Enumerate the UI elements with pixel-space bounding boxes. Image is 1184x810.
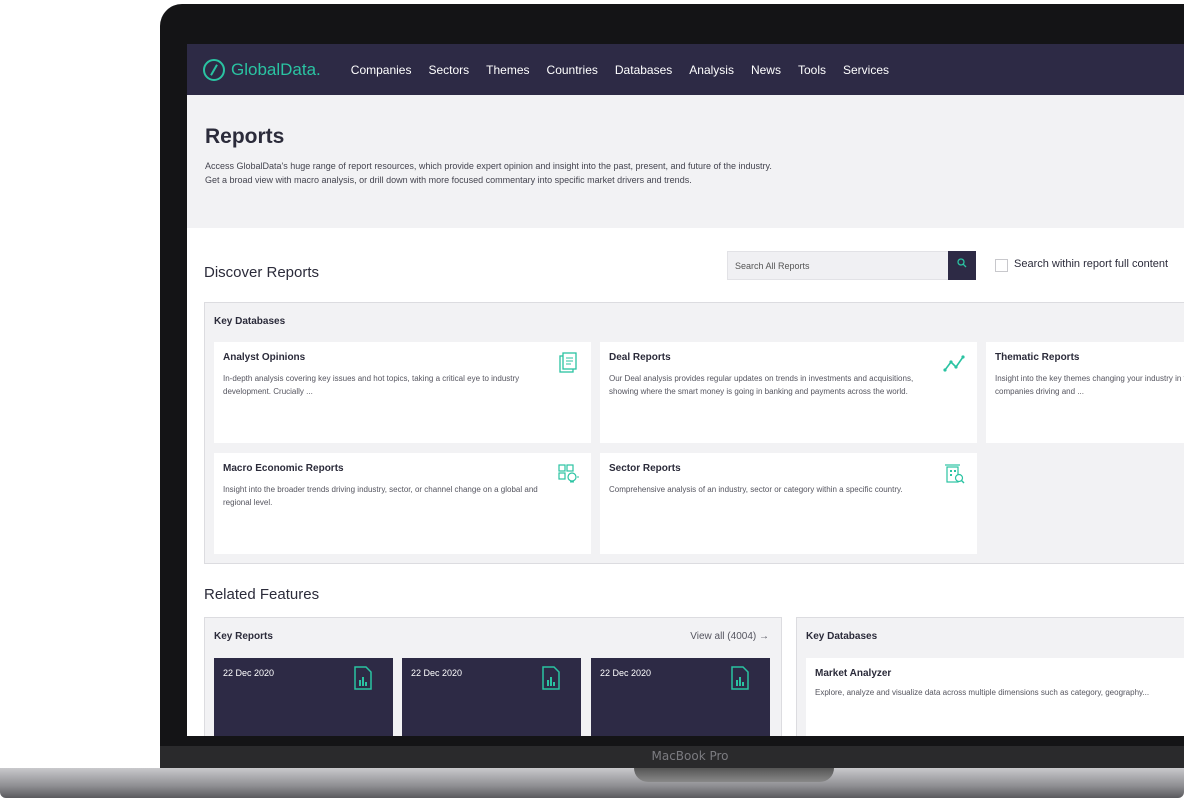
card-description: In-depth analysis covering key issues an… [223, 374, 520, 396]
page-title: Reports [205, 125, 285, 148]
report-date: 22 Dec 2020 [223, 668, 275, 678]
laptop-chin: MacBook Pro [160, 746, 1184, 768]
report-date: 22 Dec 2020 [600, 668, 652, 678]
card-title: Thematic Reports [995, 352, 1080, 363]
key-databases-title: Key Databases [214, 316, 286, 327]
brand-logo-icon [203, 58, 225, 81]
card-description: Insight into the broader trends driving … [223, 485, 538, 507]
card-thematic-reports[interactable]: Thematic Reports Insight into the key th… [986, 342, 1184, 443]
card-sector-reports[interactable]: Sector Reports Comprehensive analysis of… [600, 453, 977, 554]
page-header: Reports Access GlobalData's huge range o… [187, 95, 1184, 228]
brand-name: GlobalData. [231, 59, 321, 79]
brand-logo[interactable]: GlobalData. [203, 58, 321, 81]
nav-item-news[interactable]: News [751, 63, 781, 77]
discover-reports-title: Discover Reports [204, 264, 320, 281]
card-title: Deal Reports [609, 352, 671, 363]
related-features-title: Related Features [204, 586, 320, 603]
browser-screen: GlobalData. Companies Sectors Themes Cou… [187, 44, 1184, 736]
related-key-databases-title: Key Databases [806, 631, 878, 642]
report-chart-icon [354, 666, 372, 690]
report-tile[interactable]: 22 Dec 2020 [402, 658, 581, 736]
device-label: MacBook Pro [651, 749, 729, 763]
laptop-base [0, 768, 1184, 798]
card-deal-reports[interactable]: Deal Reports Our Deal analysis provides … [600, 342, 977, 443]
related-key-databases-panel: Key Databases Market Analyzer Explore, a… [796, 617, 1184, 736]
report-chart-icon [542, 666, 560, 690]
trend-line-icon [943, 355, 965, 372]
nav-item-themes[interactable]: Themes [486, 63, 529, 77]
key-databases-panel: Key Databases Analyst Opinions In-depth … [204, 302, 1184, 564]
report-tile[interactable]: 22 Dec 2020 [214, 658, 393, 736]
card-description: Comprehensive analysis of an industry, s… [609, 485, 903, 494]
lightbulb-icon [558, 464, 579, 483]
page-description-line-1: Access GlobalData's huge range of report… [205, 161, 772, 171]
card-title: Analyst Opinions [223, 352, 306, 363]
nav-item-services[interactable]: Services [843, 63, 889, 77]
card-title: Market Analyzer [815, 668, 892, 679]
report-tile[interactable]: 22 Dec 2020 [591, 658, 770, 736]
key-reports-panel: Key Reports View all (4004) → 22 Dec 202… [204, 617, 782, 736]
report-date: 22 Dec 2020 [411, 668, 463, 678]
laptop-notch [634, 768, 834, 782]
nav-item-sectors[interactable]: Sectors [428, 63, 469, 77]
search-button[interactable] [948, 251, 976, 280]
nav-item-analysis[interactable]: Analysis [689, 63, 734, 77]
card-analyst-opinions[interactable]: Analyst Opinions In-depth analysis cover… [214, 342, 591, 443]
search-full-content-label: Search within report full content [1014, 258, 1169, 270]
document-icon [559, 352, 577, 373]
nav-item-tools[interactable]: Tools [798, 63, 826, 77]
card-market-analyzer[interactable]: Market Analyzer Explore, analyze and vis… [806, 658, 1184, 736]
card-macro-economic-reports[interactable]: Macro Economic Reports Insight into the … [214, 453, 591, 554]
discover-reports-bar: Discover Reports Search All Reports Sear… [187, 228, 1184, 302]
search-icon [957, 258, 967, 268]
nav-item-databases[interactable]: Databases [615, 63, 672, 77]
card-description: Explore, analyze and visualize data acro… [815, 688, 1150, 697]
nav-item-countries[interactable]: Countries [547, 63, 598, 77]
top-navigation: GlobalData. Companies Sectors Themes Cou… [187, 44, 1184, 95]
building-search-icon [945, 464, 965, 484]
report-chart-icon [731, 666, 749, 690]
card-description: Insight into the key themes changing you… [995, 374, 1184, 396]
nav-item-companies[interactable]: Companies [351, 63, 412, 77]
card-title: Sector Reports [609, 463, 681, 474]
card-title: Macro Economic Reports [223, 463, 344, 474]
key-reports-title: Key Reports [214, 631, 273, 642]
page-description-line-2: Get a broad view with macro analysis, or… [205, 175, 692, 185]
search-full-content-checkbox[interactable] [995, 259, 1008, 272]
view-all-reports-link[interactable]: View all (4004) → [690, 631, 769, 642]
card-description: Our Deal analysis provides regular updat… [609, 374, 914, 396]
search-reports-input[interactable]: Search All Reports [727, 251, 949, 280]
